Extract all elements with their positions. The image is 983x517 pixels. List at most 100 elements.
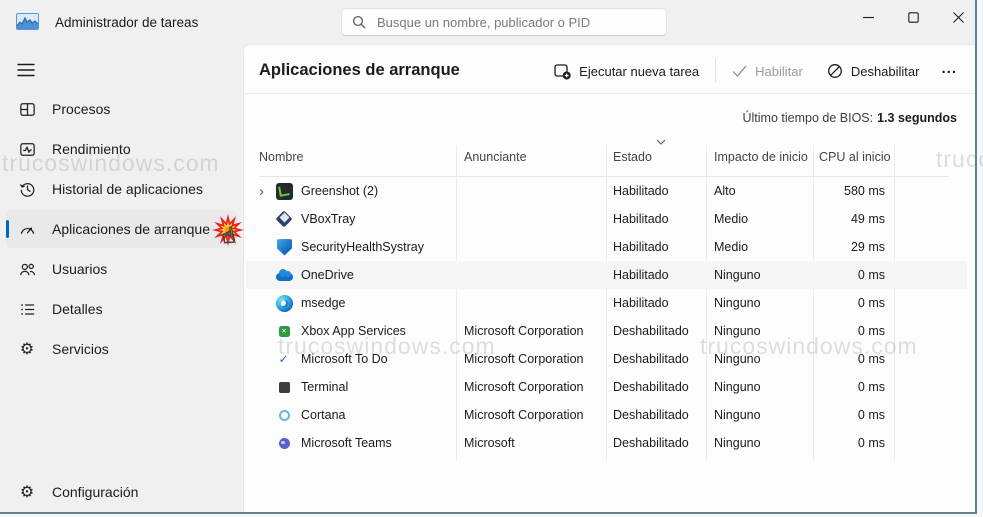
cell-status: Habilitado xyxy=(613,205,669,233)
sidebar-item-label: Historial de aplicaciones xyxy=(52,181,203,197)
cell-cpu: 29 ms xyxy=(764,233,885,261)
terminal-icon xyxy=(279,382,290,393)
watermark: trucoswindows.com xyxy=(700,333,918,360)
screenshot: Administrador de tareas xyxy=(0,0,983,517)
task-manager-window: Administrador de tareas xyxy=(0,0,977,514)
cell-cpu: 0 ms xyxy=(764,401,885,429)
cell-impact: Ninguno xyxy=(714,401,761,429)
table-row[interactable]: › Greenshot (2) Habilitado Alto 580 ms xyxy=(246,177,967,205)
column-header-nombre[interactable]: Nombre xyxy=(259,150,303,164)
block-icon xyxy=(827,63,843,79)
search-input[interactable] xyxy=(375,14,656,31)
search-box[interactable] xyxy=(341,8,667,36)
onedrive-icon xyxy=(276,267,293,284)
startup-apps-icon xyxy=(17,219,37,239)
close-button[interactable] xyxy=(936,2,980,32)
sidebar-item-usuarios[interactable]: Usuarios xyxy=(6,250,237,288)
table-row[interactable]: › OneDrive Habilitado Ninguno 0 ms xyxy=(246,261,967,289)
run-new-task-button[interactable]: Ejecutar nueva tarea xyxy=(542,55,711,87)
cell-impact: Ninguno xyxy=(714,261,761,289)
sidebar-item-label: Usuarios xyxy=(52,261,107,277)
sidebar-item-detalles[interactable]: Detalles xyxy=(6,290,237,328)
sort-chevron-icon xyxy=(656,139,666,145)
cell-cpu: 580 ms xyxy=(764,177,885,205)
minimize-button[interactable] xyxy=(846,2,890,32)
search-icon xyxy=(352,15,366,29)
page-title: Aplicaciones de arranque xyxy=(259,61,460,80)
sidebar-item-configuracion[interactable]: ⚙ Configuración xyxy=(6,473,237,511)
cell-cpu: 0 ms xyxy=(764,289,885,317)
bios-value: 1.3 segundos xyxy=(877,111,957,125)
table-row[interactable]: › Cortana Microsoft Corporation Deshabil… xyxy=(246,401,967,429)
processes-icon xyxy=(17,99,37,119)
greenshot-icon xyxy=(276,183,293,200)
services-icon: ⚙ xyxy=(17,339,37,359)
cell-name: msedge xyxy=(301,289,345,317)
watermark: trucoswindows.com xyxy=(2,150,220,177)
sidebar-item-servicios[interactable]: ⚙ Servicios xyxy=(6,330,237,368)
cell-status: Deshabilitado xyxy=(613,401,689,429)
column-header-anunciante[interactable]: Anunciante xyxy=(464,150,527,164)
cell-name: Greenshot (2) xyxy=(301,177,378,205)
cell-publisher: Microsoft xyxy=(464,429,515,457)
cell-name: Terminal xyxy=(301,373,348,401)
cell-status: Habilitado xyxy=(613,233,669,261)
cell-status: Habilitado xyxy=(613,177,669,205)
expand-chevron-icon[interactable]: › xyxy=(259,177,271,205)
cell-publisher: Microsoft Corporation xyxy=(464,401,584,429)
sidebar-item-label: Configuración xyxy=(52,484,138,500)
teams-icon xyxy=(279,438,290,449)
table-row[interactable]: › VBoxTray Habilitado Medio 49 ms xyxy=(246,205,967,233)
cell-cpu: 0 ms xyxy=(764,373,885,401)
cell-cpu: 0 ms xyxy=(764,429,885,457)
gear-icon: ⚙ xyxy=(17,482,37,502)
sidebar-item-label: Procesos xyxy=(52,101,110,117)
cell-status: Habilitado xyxy=(613,289,669,317)
table-row[interactable]: › Terminal Microsoft Corporation Deshabi… xyxy=(246,373,967,401)
run-new-task-label: Ejecutar nueva tarea xyxy=(579,64,699,79)
table-row[interactable]: › Microsoft Teams Microsoft Deshabilitad… xyxy=(246,429,967,457)
task-manager-logo-icon xyxy=(16,13,39,30)
cell-name: OneDrive xyxy=(301,261,354,289)
bios-label: Último tiempo de BIOS: xyxy=(743,111,874,125)
vboxtray-icon xyxy=(276,211,293,228)
cell-status: Deshabilitado xyxy=(613,373,689,401)
active-indicator xyxy=(6,220,9,238)
cell-impact: Ninguno xyxy=(714,429,761,457)
maximize-button[interactable] xyxy=(891,2,935,32)
menu-toggle-button[interactable] xyxy=(14,58,38,82)
sidebar-item-label: Detalles xyxy=(52,301,103,317)
cell-name: Microsoft Teams xyxy=(301,429,392,457)
sidebar-item-aplicaciones-de-arranque[interactable]: Aplicaciones de arranque xyxy=(6,210,237,248)
column-header-impacto[interactable]: Impacto de inicio xyxy=(714,150,808,164)
sidebar-item-label: Servicios xyxy=(52,341,109,357)
cell-impact: Alto xyxy=(714,177,736,205)
security-shield-icon xyxy=(277,239,292,256)
cell-impact: Medio xyxy=(714,233,748,261)
users-icon xyxy=(17,259,37,279)
cell-status: Habilitado xyxy=(613,261,669,289)
table-row[interactable]: › SecurityHealthSystray Habilitado Medio… xyxy=(246,233,967,261)
last-bios-time: Último tiempo de BIOS:1.3 segundos xyxy=(743,111,958,125)
column-header-cpu[interactable]: CPU al inicio xyxy=(819,150,891,164)
enable-button[interactable]: Habilitar xyxy=(720,55,815,87)
cell-status: Deshabilitado xyxy=(613,345,689,373)
sidebar-item-procesos[interactable]: Procesos xyxy=(6,90,237,128)
toolbar: Ejecutar nueva tarea Habilitar Deshabili… xyxy=(542,54,967,88)
cell-impact: Ninguno xyxy=(714,289,761,317)
disable-button[interactable]: Deshabilitar xyxy=(815,55,932,87)
toolbar-divider xyxy=(715,59,716,83)
window-title: Administrador de tareas xyxy=(55,0,198,44)
table-row[interactable]: › msedge Habilitado Ninguno 0 ms xyxy=(246,289,967,317)
cell-cpu: 0 ms xyxy=(764,261,885,289)
cell-name: VBoxTray xyxy=(301,205,355,233)
more-options-button[interactable]: ... xyxy=(931,60,967,77)
cell-name: Cortana xyxy=(301,401,345,429)
cell-status: Deshabilitado xyxy=(613,317,689,345)
column-header-estado[interactable]: Estado xyxy=(613,150,652,164)
sidebar-item-label: Aplicaciones de arranque xyxy=(52,221,210,237)
enable-label: Habilitar xyxy=(755,64,803,79)
cell-status: Deshabilitado xyxy=(613,429,689,457)
titlebar: Administrador de tareas xyxy=(0,0,975,44)
cell-impact: Medio xyxy=(714,205,748,233)
